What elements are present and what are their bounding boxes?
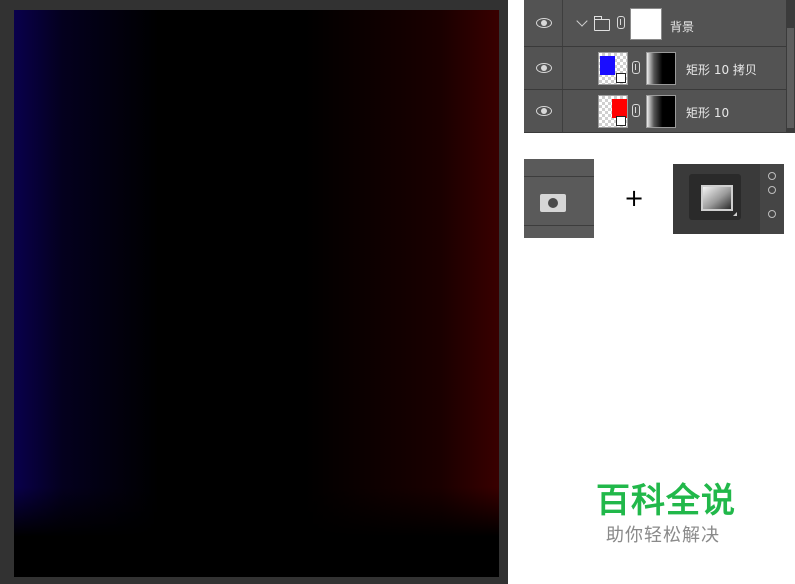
watermark-title: 百科全说 [596, 481, 736, 521]
scrollbar-thumb[interactable] [787, 28, 794, 128]
divider [562, 0, 563, 46]
tool-corner-triangle [733, 212, 737, 216]
watermark-subtitle: 助你轻松解决 [606, 525, 720, 546]
layers-panel: 背景 矩形 10 拷贝 矩形 10 [524, 0, 795, 133]
gradient-mask-thumbnail[interactable] [646, 95, 676, 128]
divider [524, 225, 594, 226]
canvas-document[interactable] [14, 10, 499, 577]
dot-icon [768, 172, 776, 180]
canvas-area [0, 0, 508, 584]
eye-icon[interactable] [536, 63, 552, 73]
tutorial-screenshot: 背景 矩形 10 拷贝 矩形 10 + 百科全说 助你轻松解决 [0, 0, 795, 584]
chevron-down-icon[interactable] [576, 15, 588, 27]
folder-icon [594, 16, 610, 31]
layer-color-swatch [600, 56, 615, 75]
divider [562, 90, 563, 132]
layer-name: 背景 [670, 20, 695, 34]
layer-row-rect[interactable]: 矩形 10 [524, 90, 786, 133]
shape-icon [616, 73, 626, 83]
dot-icon [768, 210, 776, 218]
eye-icon[interactable] [536, 106, 552, 116]
layer-thumbnail[interactable] [598, 52, 628, 85]
layer-thumbnail[interactable] [598, 95, 628, 128]
layer-row-rect-copy[interactable]: 矩形 10 拷贝 [524, 47, 786, 90]
divider [524, 176, 594, 177]
layer-name: 矩形 10 拷贝 [686, 63, 757, 77]
gradient-tool-button[interactable] [689, 174, 741, 220]
add-mask-crop [524, 159, 594, 238]
shape-icon [616, 116, 626, 126]
gradient-mask-thumbnail[interactable] [646, 52, 676, 85]
layer-row-group[interactable]: 背景 [524, 0, 786, 47]
layer-name: 矩形 10 [686, 106, 730, 120]
side-strip [760, 164, 784, 234]
gradient-tool-icon [701, 185, 733, 211]
eye-icon[interactable] [536, 18, 552, 28]
bottom-shadow [14, 487, 499, 577]
dot-icon [768, 186, 776, 194]
plus-sign: + [623, 184, 645, 212]
layer-mask-thumbnail[interactable] [630, 8, 662, 40]
layers-scrollbar[interactable] [786, 0, 795, 133]
gradient-tool-crop [673, 164, 784, 234]
link-icon[interactable] [632, 61, 640, 74]
divider [562, 47, 563, 89]
link-icon[interactable] [632, 104, 640, 117]
link-icon[interactable] [617, 16, 625, 29]
add-mask-icon[interactable] [540, 194, 566, 212]
